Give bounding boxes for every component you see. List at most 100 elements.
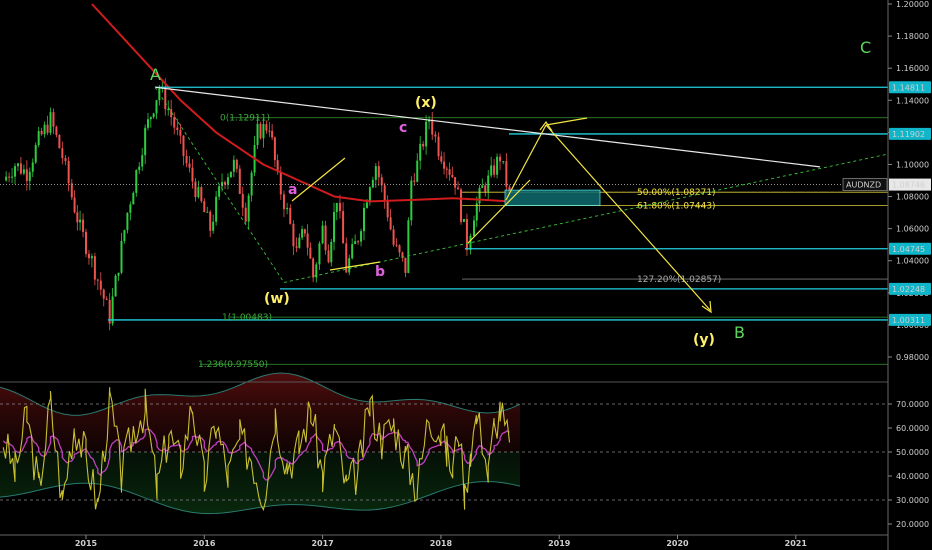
candle	[58, 134, 61, 149]
candle-body	[132, 192, 135, 205]
candle	[389, 208, 392, 231]
wave-label: C	[860, 38, 871, 57]
time-tick-label: 2018	[430, 539, 453, 548]
candle	[117, 272, 120, 281]
candle-body	[152, 113, 155, 118]
candle	[232, 155, 235, 178]
candle	[146, 113, 149, 131]
candle-body	[82, 219, 85, 232]
candle-body	[360, 231, 363, 242]
candle	[383, 182, 386, 209]
wave-label: b	[375, 264, 385, 280]
candle-body	[76, 212, 79, 223]
candle	[324, 220, 327, 255]
rsi-tick-label: 70.0000	[896, 400, 929, 409]
candle-body	[164, 86, 167, 110]
candle	[342, 202, 345, 244]
candle-body	[221, 182, 224, 187]
candle-body	[487, 175, 490, 192]
price-tick-label: 1.20000	[896, 0, 929, 9]
candle-body	[49, 112, 52, 133]
candle	[286, 202, 289, 215]
candle-body	[357, 241, 360, 243]
candle-body	[135, 170, 138, 193]
fib-level-label: 127.20%(1.02857)	[637, 275, 721, 285]
candle	[473, 215, 476, 237]
candle	[102, 288, 105, 307]
candle-body	[338, 202, 341, 212]
candle	[149, 116, 152, 128]
wave-label: B	[734, 323, 745, 342]
candle	[386, 195, 389, 222]
candle-body	[354, 241, 357, 245]
candle	[327, 244, 330, 264]
candle-body	[117, 272, 120, 276]
candle-body	[114, 275, 117, 297]
candle-body	[141, 155, 144, 167]
candle	[434, 131, 437, 143]
candle	[354, 234, 357, 245]
candle-body	[289, 207, 292, 224]
projection-down	[545, 124, 711, 311]
price-chart[interactable]: 0(1.12911) 1(1.00483) 1.236(0.97550) 50.00%…	[0, 0, 932, 550]
candle	[413, 172, 416, 186]
candle-body	[37, 131, 40, 146]
candle	[90, 253, 93, 268]
candle-body	[43, 124, 46, 135]
candle	[306, 224, 309, 256]
candle	[37, 126, 40, 148]
candle	[321, 220, 324, 245]
candle	[357, 240, 360, 245]
projection-up-right	[545, 117, 588, 126]
fib-level-label: 0(1.12911)	[220, 114, 270, 124]
candle-body	[286, 207, 289, 210]
candle-body	[496, 156, 499, 175]
candle	[335, 202, 338, 221]
candle	[348, 254, 351, 276]
candle	[282, 190, 285, 218]
candle-body	[454, 177, 457, 188]
candle	[475, 196, 478, 228]
candle	[108, 293, 111, 331]
candle	[238, 165, 241, 195]
candle	[226, 173, 229, 190]
candle-body	[31, 162, 34, 172]
candle-body	[335, 202, 338, 212]
candle	[114, 274, 117, 297]
candle-body	[265, 124, 268, 131]
candle	[191, 159, 194, 189]
candle-body	[262, 124, 265, 139]
candle	[64, 154, 67, 166]
candle-body	[79, 219, 82, 223]
candle	[478, 184, 481, 212]
price-tag-label: 1.14811	[892, 83, 925, 92]
candle-body	[247, 195, 250, 222]
candle	[271, 124, 274, 141]
candle	[218, 184, 221, 201]
candle-body	[123, 230, 126, 241]
candle-body	[46, 124, 49, 133]
candle-body	[348, 258, 351, 273]
time-tick-label: 2017	[311, 539, 333, 548]
candle	[241, 186, 244, 216]
candle-body	[462, 219, 465, 222]
candle-body	[232, 159, 235, 172]
candle	[481, 178, 484, 189]
candle	[99, 272, 102, 296]
candle-body	[5, 176, 8, 181]
candle-body	[129, 204, 132, 213]
candle-body	[386, 201, 389, 218]
candle-body	[460, 189, 463, 222]
candle-body	[330, 241, 333, 263]
candle-body	[279, 171, 282, 195]
candle	[144, 124, 147, 165]
candle	[318, 241, 321, 271]
candle	[273, 136, 276, 167]
price-tick-label: 1.16000	[896, 64, 929, 73]
candle	[138, 162, 141, 175]
candle	[176, 118, 179, 136]
candle	[292, 220, 295, 256]
fib-level-label: 61.80%(1.07443)	[637, 201, 716, 211]
candle-body	[473, 220, 476, 236]
candle-body	[440, 156, 443, 162]
